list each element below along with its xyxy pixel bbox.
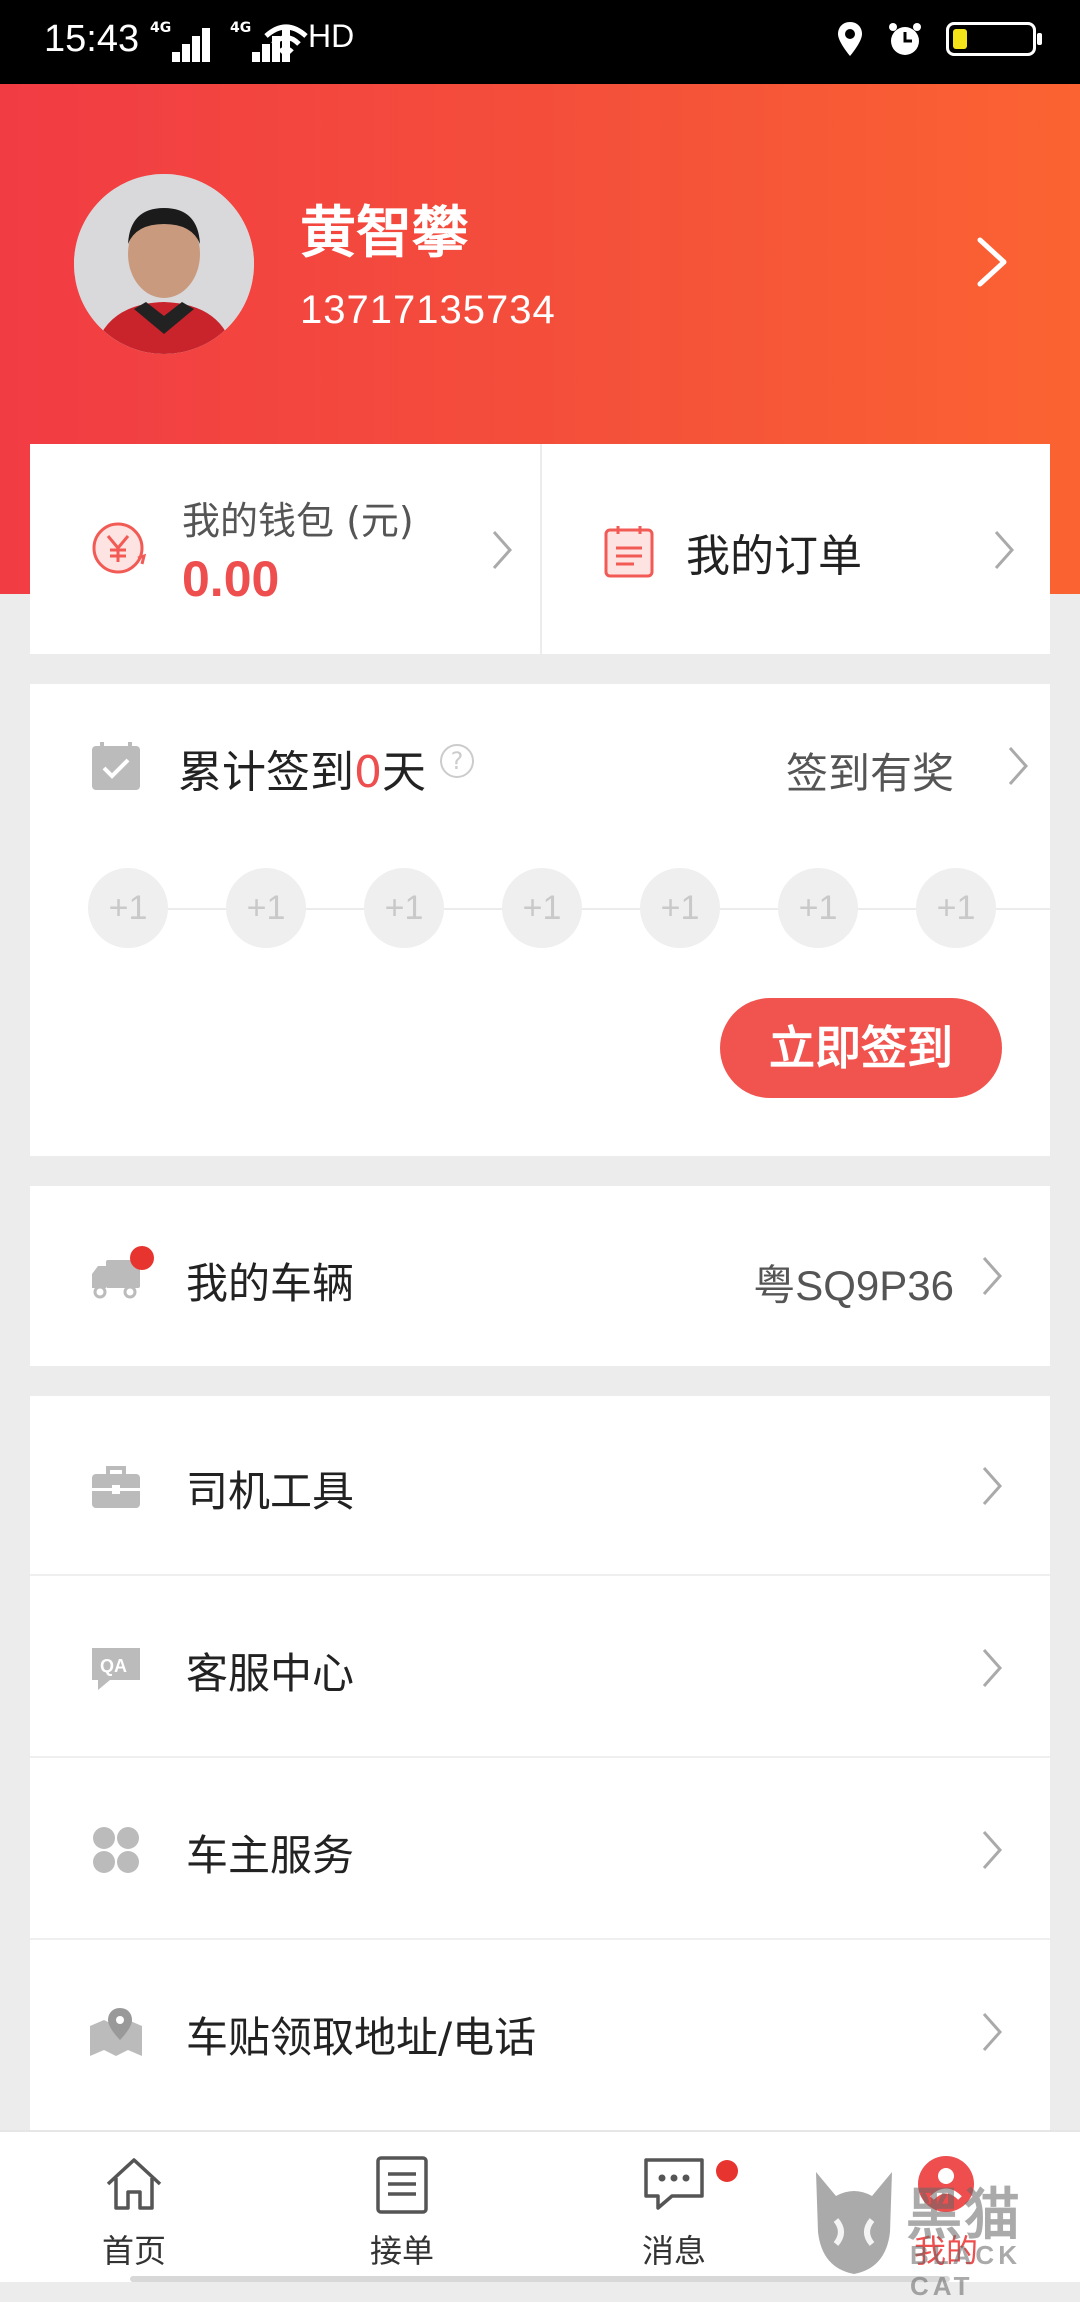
checkin-card: 累计签到0天 ? 签到有奖 +1 +1 +1 +1 +1 +1 +1 立即签到 — [30, 684, 1050, 1156]
nav-home[interactable]: 首页 — [54, 2152, 214, 2272]
wallet-orders-card: 我的钱包 (元) 0.00 我的订单 — [30, 444, 1050, 654]
nav-label: 接单 — [369, 2232, 434, 2270]
menu-item-sticker-address[interactable]: 车贴领取地址/电话 — [30, 1942, 1050, 2122]
checkin-day-dot: +1 — [226, 868, 306, 948]
message-badge — [716, 2160, 738, 2182]
watermark-subtext: BLACK CAT — [910, 2240, 1021, 2301]
orders-section[interactable]: 我的订单 — [542, 444, 1050, 654]
menu-item-label: 车贴领取地址/电话 — [186, 2013, 537, 2062]
message-icon — [644, 2158, 704, 2210]
home-icon — [106, 2158, 162, 2210]
checkin-day-dot: +1 — [364, 868, 444, 948]
vehicle-row[interactable]: 我的车辆 粤SQ9P36 — [30, 1186, 1050, 1366]
menu-item-label: 司机工具 — [186, 1467, 355, 1516]
menu-item-label: 车主服务 — [186, 1831, 355, 1880]
divider — [30, 1756, 1050, 1758]
divider — [30, 1574, 1050, 1576]
calendar-check-icon — [92, 742, 140, 790]
chevron-right-icon — [982, 1257, 1003, 1295]
chevron-right-icon — [492, 531, 513, 569]
checkin-prefix: 累计签到 — [178, 747, 354, 798]
status-bar: 15:43 4G 4G HD — [0, 0, 1080, 84]
toolbox-icon — [92, 1466, 140, 1508]
user-name: 黄智攀 — [300, 201, 468, 266]
checkin-day-dot: +1 — [640, 868, 720, 948]
wallet-balance: 0.00 — [182, 551, 280, 607]
order-clipboard-icon — [604, 526, 654, 578]
notification-badge — [130, 1246, 154, 1270]
chevron-right-icon — [982, 1649, 1003, 1687]
divider — [30, 1938, 1050, 1940]
watermark-text: 黑猫 — [906, 2183, 1022, 2248]
wallet-section[interactable]: 我的钱包 (元) 0.00 — [30, 444, 540, 654]
vehicle-label: 我的车辆 — [186, 1259, 355, 1308]
services-list: 司机工具 QA 客服中心 车主服务 车贴领取地址/电话 — [30, 1396, 1050, 2130]
svg-text:QA: QA — [100, 1656, 127, 1676]
map-pin-icon — [90, 2008, 142, 2056]
avatar-image — [74, 174, 254, 354]
nav-label: 首页 — [101, 2232, 166, 2270]
menu-item-customer-service[interactable]: QA 客服中心 — [30, 1578, 1050, 1758]
wifi-icon — [264, 24, 308, 61]
signal-icon: 4G — [150, 20, 210, 64]
checkin-day-dot: +1 — [88, 868, 168, 948]
checkin-suffix: 天 — [382, 747, 426, 798]
status-time: 15:43 — [44, 18, 140, 60]
orders-label: 我的订单 — [686, 531, 862, 582]
checkin-day-dot: +1 — [778, 868, 858, 948]
menu-item-driver-tools[interactable]: 司机工具 — [30, 1396, 1050, 1576]
black-cat-logo-icon — [816, 2172, 892, 2274]
checkin-reward-label: 签到有奖 — [786, 749, 955, 798]
help-icon[interactable]: ? — [440, 744, 474, 778]
qa-icon: QA — [92, 1648, 140, 1690]
nav-orders[interactable]: 接单 — [322, 2152, 482, 2272]
chevron-right-icon — [994, 531, 1015, 569]
chevron-right-icon — [982, 2013, 1003, 2051]
checkin-total: 累计签到0天 — [178, 736, 426, 800]
chevron-right-icon — [982, 1831, 1003, 1869]
vehicle-plate: 粤SQ9P36 — [753, 1262, 954, 1309]
chevron-right-icon — [1008, 747, 1029, 785]
services-grid-icon — [93, 1827, 139, 1873]
avatar[interactable] — [74, 174, 254, 354]
menu-item-label: 客服中心 — [186, 1649, 355, 1698]
battery-icon — [946, 22, 1042, 56]
nav-label: 消息 — [641, 2232, 706, 2270]
hd-indicator: HD — [308, 18, 355, 54]
wallet-label: 我的钱包 (元) — [182, 499, 414, 543]
wallet-yen-icon — [92, 522, 147, 574]
checkin-day-dot: +1 — [502, 868, 582, 948]
checkin-reward-link[interactable]: 签到有奖 — [770, 724, 1050, 804]
chevron-right-icon — [982, 1467, 1003, 1505]
profile-chevron-right-icon[interactable] — [972, 236, 1012, 288]
order-list-icon — [376, 2156, 428, 2214]
menu-item-owner-services[interactable]: 车主服务 — [30, 1760, 1050, 1940]
checkin-days: 0 — [354, 747, 382, 798]
network-type-label: 4G — [150, 20, 172, 36]
location-icon — [838, 22, 862, 56]
alarm-icon — [889, 23, 921, 55]
watermark: 黑猫 BLACK CAT — [806, 2162, 1076, 2301]
user-phone: 13717135734 — [300, 288, 556, 332]
checkin-day-dot: +1 — [916, 868, 996, 948]
sign-in-button[interactable]: 立即签到 — [720, 998, 1002, 1098]
status-right — [836, 20, 1042, 58]
network-type-label: 4G — [230, 20, 252, 36]
